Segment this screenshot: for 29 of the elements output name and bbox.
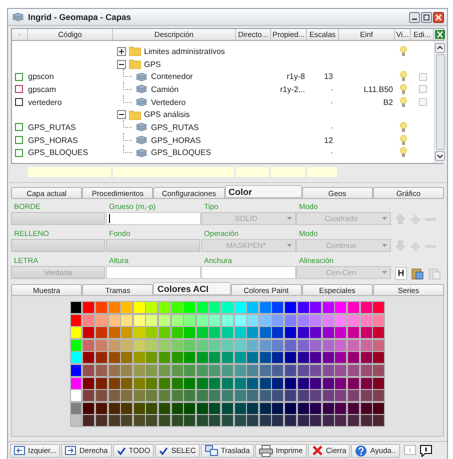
layer-code: GPS_BLOQUES	[28, 148, 88, 158]
layer-code: gpscon	[28, 72, 54, 82]
tab[interactable]: Colores ACI	[153, 282, 231, 295]
layer-description[interactable]: GPS análisis	[144, 110, 190, 120]
layer-code: GPS_HORAS	[28, 136, 78, 145]
layer-description[interactable]: Contenedor	[151, 72, 193, 82]
scales-text: 13	[324, 72, 333, 82]
scales-text: ·	[330, 84, 333, 94]
einf-text: B2	[383, 98, 393, 107]
layer-description[interactable]: GPS_RUTAS	[151, 122, 199, 132]
owner-text: r1y-2...	[280, 84, 305, 94]
einf-text: L11.B50	[364, 84, 393, 94]
window-title: Ingrid - Geomapa - Capas	[28, 12, 131, 22]
layer-code: GPS_RUTAS	[28, 122, 76, 132]
layer-code: vertedero	[28, 98, 62, 107]
tab[interactable]: Color	[224, 185, 302, 198]
layer-description[interactable]: GPS_HORAS	[151, 136, 201, 145]
scales-text: ·	[330, 148, 333, 158]
layer-description[interactable]: GPS_BLOQUES	[151, 148, 212, 158]
bold-h-button[interactable]: H	[395, 266, 407, 280]
scales-text: ·	[330, 98, 333, 107]
layer-description[interactable]: Vertedero	[151, 98, 186, 107]
owner-text: r1y-8	[286, 72, 305, 82]
layer-description[interactable]: GPS	[144, 60, 161, 69]
layer-description[interactable]: Camión	[151, 84, 179, 94]
scales-text: 12	[324, 136, 333, 145]
layer-description[interactable]: Limites administrativos	[144, 46, 225, 56]
scales-text: ·	[330, 122, 333, 132]
layer-code: gpscam	[28, 84, 56, 94]
